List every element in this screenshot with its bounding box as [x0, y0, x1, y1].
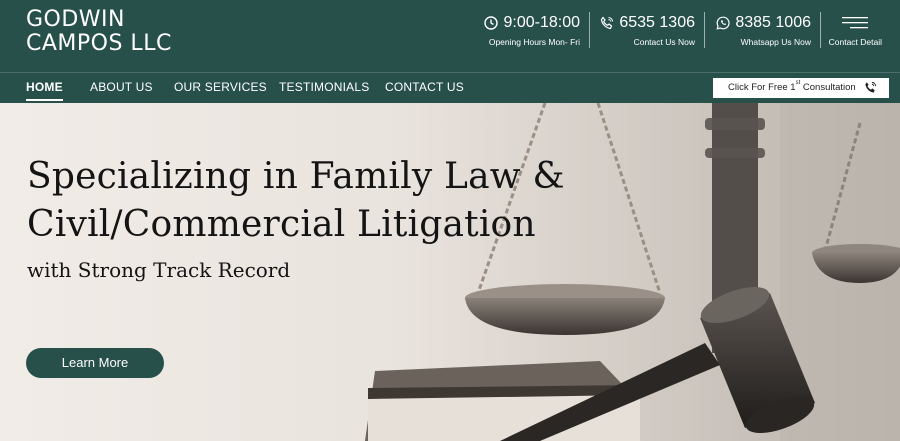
divider [589, 12, 590, 48]
top-header: GODWIN CAMPOS LLC 9:00-18:00 Opening Hou… [0, 0, 900, 72]
phone-icon [601, 16, 614, 30]
headline-line-2: Civil/Commercial Litigation [27, 204, 536, 245]
whatsapp-contact[interactable]: 8385 1006 Whatsapp Us Now [716, 13, 811, 48]
whatsapp-caption: Whatsapp Us Now [740, 37, 811, 47]
headline-line-1: Specializing in Family Law & [27, 156, 565, 197]
brand-logo[interactable]: GODWIN CAMPOS LLC [26, 8, 172, 56]
learn-more-button[interactable]: Learn More [26, 348, 164, 378]
cta-suffix: Consultation [800, 82, 856, 93]
nav-about-us[interactable]: ABOUT US [90, 73, 153, 103]
opening-hours: 9:00-18:00 Opening Hours Mon- Fri [484, 13, 580, 48]
contact-detail-caption: Contact Detail [828, 37, 882, 47]
main-nav: HOME ABOUT US OUR SERVICES TESTIMONIALS … [0, 72, 900, 103]
nav-home[interactable]: HOME [26, 73, 63, 103]
opening-hours-value: 9:00-18:00 [503, 14, 580, 31]
nav-testimonials[interactable]: TESTIMONIALS [279, 73, 369, 103]
divider [820, 12, 821, 48]
phone-number: 6535 1306 [619, 14, 695, 31]
hero-subheading: with Strong Track Record [27, 258, 291, 282]
nav-contact-us[interactable]: CONTACT US [385, 73, 464, 103]
free-consultation-button[interactable]: Click For Free 1st Consultation [713, 78, 889, 98]
clock-icon [484, 16, 499, 30]
cta-prefix: Click For Free 1 [728, 82, 796, 93]
hero-banner: Specializing in Family Law & Civil/Comme… [0, 103, 900, 441]
hero-headline: Specializing in Family Law & Civil/Comme… [27, 153, 565, 249]
contact-detail-menu[interactable]: Contact Detail [829, 13, 882, 48]
divider [704, 12, 705, 48]
nav-our-services[interactable]: OUR SERVICES [174, 73, 267, 103]
phone-icon [865, 81, 877, 93]
brand-line-1: GODWIN [26, 7, 126, 32]
hamburger-menu-icon [842, 17, 869, 29]
opening-hours-caption: Opening Hours Mon- Fri [488, 37, 580, 47]
phone-caption: Contact Us Now [633, 37, 695, 47]
phone-contact[interactable]: 6535 1306 Contact Us Now [600, 13, 695, 48]
whatsapp-number: 8385 1006 [735, 14, 811, 31]
brand-line-2: CAMPOS LLC [26, 31, 172, 56]
whatsapp-icon [716, 16, 730, 30]
